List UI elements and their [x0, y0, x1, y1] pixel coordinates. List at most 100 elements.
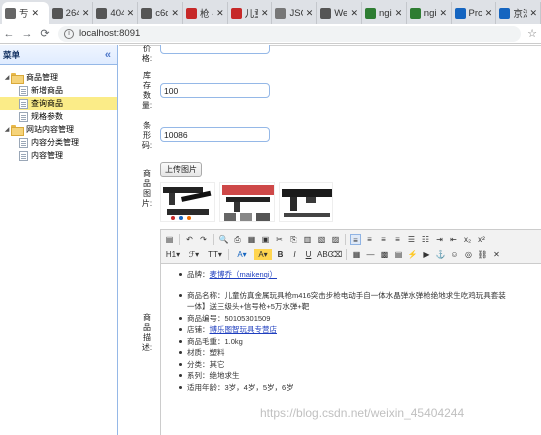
item-text: 系列：绝地求生: [187, 371, 240, 380]
copy-icon[interactable]: ⎘: [288, 234, 299, 245]
menu-item[interactable]: 规格参数: [0, 110, 117, 123]
item-text: 适用年龄：3岁，4岁，5岁，6岁: [187, 382, 294, 392]
clear-format-icon[interactable]: ⌫: [331, 249, 342, 260]
preview-icon[interactable]: 🔍: [218, 234, 229, 245]
tab-close-icon[interactable]: ✕: [439, 8, 447, 19]
tab-close-icon[interactable]: ✕: [485, 8, 493, 19]
print-icon[interactable]: ⎙: [232, 234, 243, 245]
underline-icon[interactable]: U: [303, 249, 314, 260]
strikethrough-icon[interactable]: ABC: [317, 249, 333, 260]
menu-item-label: 网站内容管理: [26, 125, 74, 134]
tab-close-icon[interactable]: ✕: [530, 8, 538, 19]
align-center-icon[interactable]: ≡: [364, 234, 375, 245]
url-input[interactable]: i localhost:8091: [58, 25, 522, 42]
barcode-input[interactable]: 10086: [160, 127, 270, 142]
tab-close-icon[interactable]: ✕: [261, 8, 269, 19]
outdent-icon[interactable]: ⇤: [448, 234, 459, 245]
menu-item[interactable]: ◢ 网站内容管理: [0, 123, 117, 136]
unordered-list-icon[interactable]: ☷: [420, 234, 431, 245]
heading-icon[interactable]: H1▾: [164, 249, 182, 260]
source-icon[interactable]: ▤: [164, 234, 175, 245]
font-color-icon[interactable]: A▾: [233, 249, 251, 260]
browser-tab[interactable]: ngi ✕: [407, 2, 452, 24]
code-icon[interactable]: ▣: [260, 234, 271, 245]
browser-tab[interactable]: 枪 -✕: [183, 2, 228, 24]
tab-close-icon[interactable]: ✕: [216, 8, 224, 19]
multi-image-icon[interactable]: ▤: [393, 249, 404, 260]
item-text: 商品编号：50105301509: [187, 313, 271, 323]
flash-icon[interactable]: ⚡: [407, 249, 418, 260]
collapse-icon[interactable]: «: [105, 49, 111, 61]
emoticon-icon[interactable]: ☺: [449, 249, 460, 260]
site-info-icon[interactable]: i: [64, 28, 74, 39]
redo-icon[interactable]: ↷: [198, 234, 209, 245]
superscript-icon[interactable]: x²: [476, 234, 487, 245]
italic-icon[interactable]: I: [289, 249, 300, 260]
ordered-list-icon[interactable]: ☰: [406, 234, 417, 245]
anchor-icon[interactable]: ⚓: [435, 249, 446, 260]
subscript-icon[interactable]: x₂: [462, 234, 473, 245]
browser-tab[interactable]: Pro✕: [452, 2, 497, 24]
indent-icon[interactable]: ⇥: [434, 234, 445, 245]
browser-tab[interactable]: c6d✕: [138, 2, 183, 24]
highlight-icon[interactable]: A▾: [254, 249, 272, 260]
menu-item[interactable]: 查询商品: [0, 97, 117, 110]
browser-tab[interactable]: We ✕: [317, 2, 363, 24]
media-icon[interactable]: ▶: [421, 249, 432, 260]
align-left-icon[interactable]: ≡: [350, 234, 361, 245]
expand-toggle-icon[interactable]: ◢: [3, 74, 11, 81]
font-size-icon[interactable]: TT▾: [206, 249, 224, 260]
template-icon[interactable]: ▦: [246, 234, 257, 245]
stock-value: 100: [164, 85, 179, 96]
browser-tab[interactable]: 264✕: [49, 2, 94, 24]
tab-close-icon[interactable]: ✕: [32, 8, 40, 19]
tab-close-icon[interactable]: ✕: [395, 8, 403, 19]
stock-input[interactable]: 100: [160, 83, 270, 98]
back-icon[interactable]: ←: [0, 28, 18, 40]
link-icon[interactable]: ⛓: [477, 249, 488, 260]
paste-word-icon[interactable]: ▨: [330, 234, 341, 245]
menu-item[interactable]: 内容分类管理: [0, 136, 117, 149]
bookmark-star-icon[interactable]: ☆: [527, 27, 537, 40]
font-family-icon[interactable]: ℱ▾: [185, 249, 203, 260]
menu-item[interactable]: 内容管理: [0, 149, 117, 162]
cut-icon[interactable]: ✂: [274, 234, 285, 245]
editor-content[interactable]: 品牌：麦博乔（maikenqi） 商品名称：儿童仿真金属玩具枪m416突击步枪电动…: [161, 265, 541, 393]
paste-text-icon[interactable]: ▧: [316, 234, 327, 245]
product-image-thumbnail[interactable]: [219, 182, 275, 222]
align-right-icon[interactable]: ≡: [378, 234, 389, 245]
browser-tab[interactable]: 京涛 ✕: [496, 2, 541, 24]
rich-text-editor[interactable]: ▤ ↶ ↷ 🔍 ⎙ ▦ ▣ ✂ ⎘ ▥ ▧ ▨ ≡ ≡ ≡ ≡ ☰ ☷ ⇥ ⇤ …: [160, 229, 541, 435]
align-justify-icon[interactable]: ≡: [392, 234, 403, 245]
bold-icon[interactable]: B: [275, 249, 286, 260]
tab-close-icon[interactable]: ✕: [350, 8, 358, 19]
table-icon[interactable]: ▦: [351, 249, 362, 260]
tab-close-icon[interactable]: ✕: [306, 8, 314, 19]
unlink-icon[interactable]: ✕: [491, 249, 502, 260]
item-link[interactable]: 博乐图智玩具专营店: [210, 325, 278, 334]
hr-icon[interactable]: ―: [365, 249, 376, 260]
price-input[interactable]: [160, 45, 270, 54]
forward-icon[interactable]: →: [18, 28, 36, 40]
undo-icon[interactable]: ↶: [184, 234, 195, 245]
tab-close-icon[interactable]: ✕: [127, 8, 135, 19]
browser-tab[interactable]: ngi ✕: [362, 2, 407, 24]
expand-toggle-icon[interactable]: ◢: [3, 126, 11, 133]
browser-tab[interactable]: JSO ✕: [272, 2, 318, 24]
image-icon[interactable]: ▩: [379, 249, 390, 260]
map-icon[interactable]: ◎: [463, 249, 474, 260]
product-image-thumbnail[interactable]: [279, 182, 333, 222]
browser-tab[interactable]: 404 ✕: [93, 2, 139, 24]
browser-tab[interactable]: 儿童✕: [228, 2, 273, 24]
menu-item[interactable]: ◢ 商品管理: [0, 71, 117, 84]
product-image-thumbnail[interactable]: [160, 182, 215, 222]
upload-image-button[interactable]: 上传图片: [160, 162, 202, 177]
paste-icon[interactable]: ▥: [302, 234, 313, 245]
item-link[interactable]: 麦博乔（maikenqi）: [210, 270, 278, 279]
browser-tab[interactable]: 亐 ✕: [2, 2, 49, 24]
tab-close-icon[interactable]: ✕: [171, 8, 179, 19]
sidebar: 菜单 « ◢ 商品管理 新增商品 查询商品 规格参数 ◢ 网站内容管理 内容分类管理 内容管理: [0, 45, 118, 435]
tab-close-icon[interactable]: ✕: [82, 8, 90, 19]
menu-item[interactable]: 新增商品: [0, 84, 117, 97]
reload-icon[interactable]: ⟳: [36, 27, 54, 40]
